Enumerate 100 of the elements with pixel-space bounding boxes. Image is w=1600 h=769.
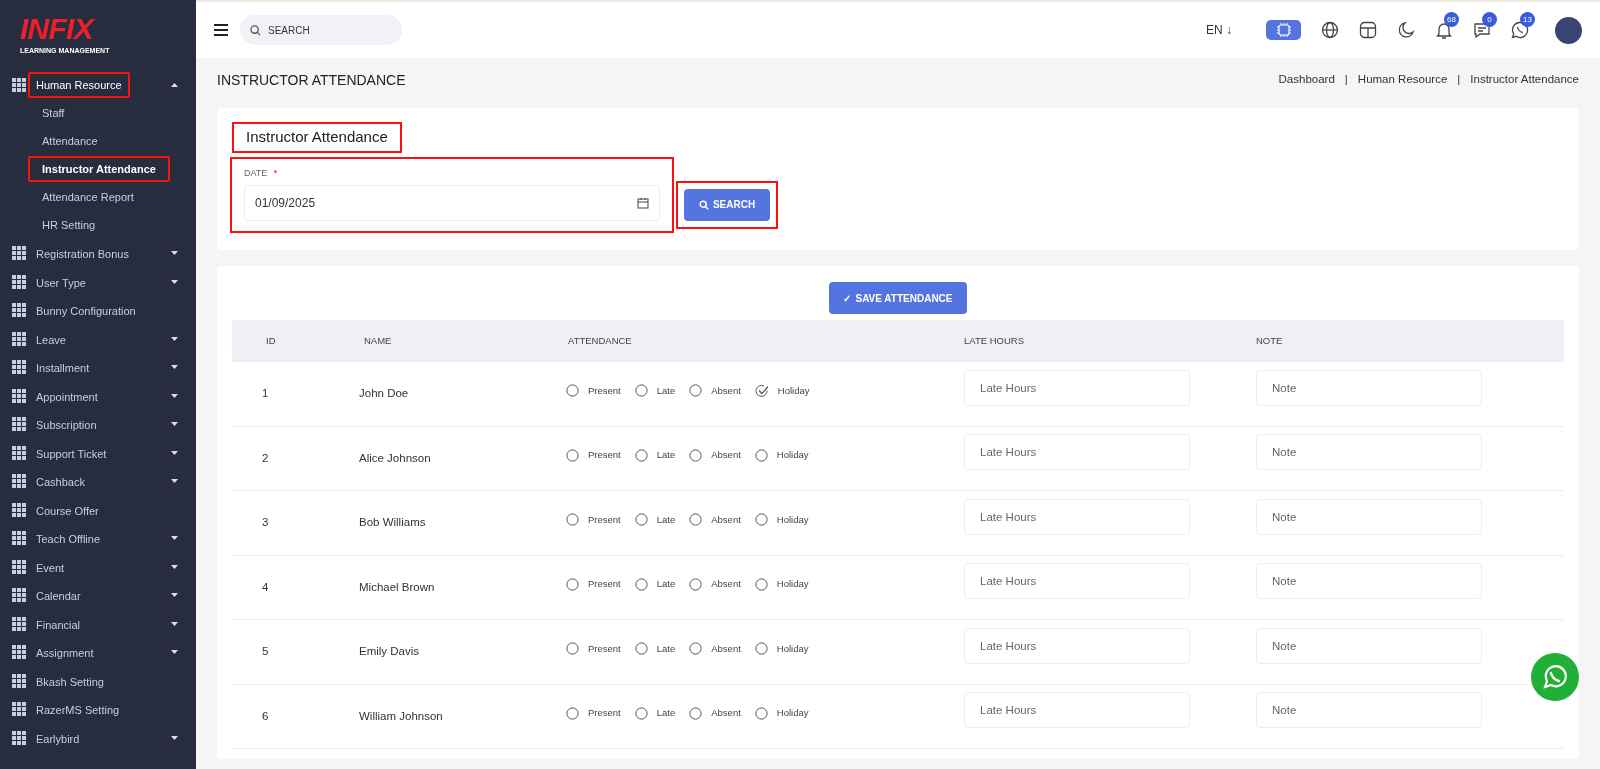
caret-icon[interactable] [171, 564, 178, 569]
text-field[interactable]: Note [1256, 369, 1482, 406]
radio-label[interactable]: Present [588, 383, 621, 398]
bell-icon[interactable] [1435, 21, 1453, 39]
radio-button[interactable] [566, 706, 579, 720]
radio-label[interactable]: Present [588, 706, 621, 721]
text-field[interactable]: Late Hours [964, 498, 1190, 535]
radio-button[interactable] [566, 448, 579, 462]
sidebar-subitem[interactable]: HR Setting [42, 216, 96, 234]
caret-icon[interactable] [171, 422, 178, 427]
text-field[interactable]: Late Hours [964, 563, 1190, 600]
text-field[interactable]: Late Hours [964, 627, 1190, 664]
sidebar-item[interactable]: Subscription [36, 417, 97, 434]
radio-label[interactable]: Absent [711, 577, 741, 592]
radio-button[interactable] [566, 577, 579, 591]
sidebar-item[interactable]: Event [36, 559, 65, 577]
caret-icon[interactable] [171, 536, 178, 541]
caret-icon[interactable] [171, 279, 178, 284]
sidebar-item[interactable]: User Type [36, 274, 86, 292]
phone-chat-icon[interactable] [1511, 21, 1529, 39]
radio-label[interactable]: Holiday [776, 577, 809, 592]
radio-button[interactable] [689, 706, 703, 720]
caret-icon[interactable] [171, 479, 178, 484]
radio-label[interactable]: Late [656, 706, 676, 721]
radio-button[interactable] [634, 642, 648, 656]
radio-label[interactable]: Present [588, 448, 621, 463]
radio-button[interactable] [754, 577, 768, 591]
radio-button[interactable] [634, 384, 648, 398]
sidebar-item[interactable]: RazerMS Setting [36, 702, 120, 719]
caret-icon[interactable] [171, 336, 178, 341]
chip-icon[interactable] [1266, 20, 1301, 40]
radio-label[interactable]: Absent [711, 512, 741, 527]
language-selector[interactable]: EN ↓ [1206, 21, 1232, 39]
text-field[interactable]: Late Hours [964, 434, 1190, 471]
radio-button[interactable] [634, 448, 648, 462]
text-field[interactable]: Note [1256, 627, 1482, 664]
breadcrumb-link[interactable]: Human Resource [1357, 71, 1448, 89]
caret-icon[interactable] [171, 621, 178, 626]
sidebar-subitem[interactable]: Attendance [42, 132, 98, 150]
save-attendance-button[interactable]: ✓ SAVE ATTENDANCE [829, 282, 967, 314]
text-field[interactable]: Note [1256, 498, 1482, 535]
radio-label[interactable]: Late [656, 641, 676, 656]
radio-label[interactable]: Holiday [776, 641, 809, 656]
radio-button[interactable] [689, 384, 703, 398]
radio-label[interactable]: Late [656, 577, 676, 592]
radio-label[interactable]: Late [656, 512, 676, 527]
sidebar-item[interactable]: Bunny Configuration [36, 303, 136, 320]
radio-label[interactable]: Absent [711, 641, 741, 656]
sidebar-item[interactable]: Course Offer [36, 502, 99, 520]
globe-icon[interactable] [1321, 21, 1339, 39]
caret-icon[interactable] [171, 593, 178, 598]
sidebar-item[interactable]: Financial [36, 616, 81, 634]
sidebar-item[interactable]: Teach Offline [36, 531, 100, 548]
radio-label[interactable]: Late [656, 448, 676, 463]
caret-icon[interactable] [171, 650, 178, 655]
radio-button[interactable] [754, 513, 768, 527]
moon-icon[interactable] [1397, 21, 1415, 39]
avatar[interactable] [1555, 16, 1582, 44]
caret-icon[interactable] [171, 365, 178, 370]
radio-button[interactable] [634, 706, 648, 720]
radio-button[interactable] [754, 448, 768, 462]
sidebar-item[interactable]: Earlybird [36, 730, 80, 748]
radio-label[interactable]: Holiday [776, 448, 809, 463]
sidebar-item[interactable]: Support Ticket [36, 445, 107, 463]
search-field[interactable]: SEARCH [240, 15, 402, 45]
radio-button[interactable] [754, 642, 768, 656]
radio-label[interactable]: Holiday [777, 383, 810, 398]
sidebar-subitem[interactable]: Staff [42, 104, 65, 122]
sidebar-subitem[interactable]: Attendance Report [42, 188, 134, 206]
caret-icon[interactable] [171, 82, 178, 87]
radio-label[interactable]: Absent [711, 706, 741, 721]
caret-icon[interactable] [171, 450, 178, 455]
radio-label[interactable]: Absent [711, 383, 741, 398]
radio-button[interactable] [689, 642, 703, 656]
radio-button[interactable] [689, 577, 703, 591]
radio-button[interactable] [634, 577, 648, 591]
sidebar-item[interactable]: Leave [36, 331, 66, 349]
radio-button[interactable] [689, 513, 703, 527]
sidebar-item[interactable]: Cashback [36, 474, 85, 491]
text-field[interactable]: Note [1256, 563, 1482, 600]
sidebar-subitem[interactable]: Instructor Attendance [28, 155, 170, 183]
whatsapp-button[interactable] [1531, 653, 1579, 701]
text-field[interactable]: Late Hours [964, 692, 1190, 729]
calendar-icon[interactable] [637, 197, 649, 209]
chat-icon[interactable] [1473, 21, 1491, 39]
checked-radio-icon[interactable] [754, 383, 769, 398]
radio-label[interactable]: Present [588, 641, 621, 656]
radio-label[interactable]: Holiday [776, 512, 809, 527]
sidebar-item[interactable]: Installment [36, 360, 90, 377]
radio-label[interactable]: Late [656, 383, 676, 398]
radio-button[interactable] [689, 448, 703, 462]
sidebar-item[interactable]: Registration Bonus [36, 246, 129, 263]
caret-icon[interactable] [171, 251, 178, 256]
radio-button[interactable] [754, 706, 768, 720]
radio-button[interactable] [634, 513, 648, 527]
sidebar-item[interactable]: Appointment [36, 388, 98, 406]
radio-label[interactable]: Present [588, 512, 621, 527]
caret-icon[interactable] [171, 393, 178, 398]
sidebar-item[interactable]: Human Resource [28, 71, 130, 98]
text-field[interactable]: Note [1256, 692, 1482, 729]
